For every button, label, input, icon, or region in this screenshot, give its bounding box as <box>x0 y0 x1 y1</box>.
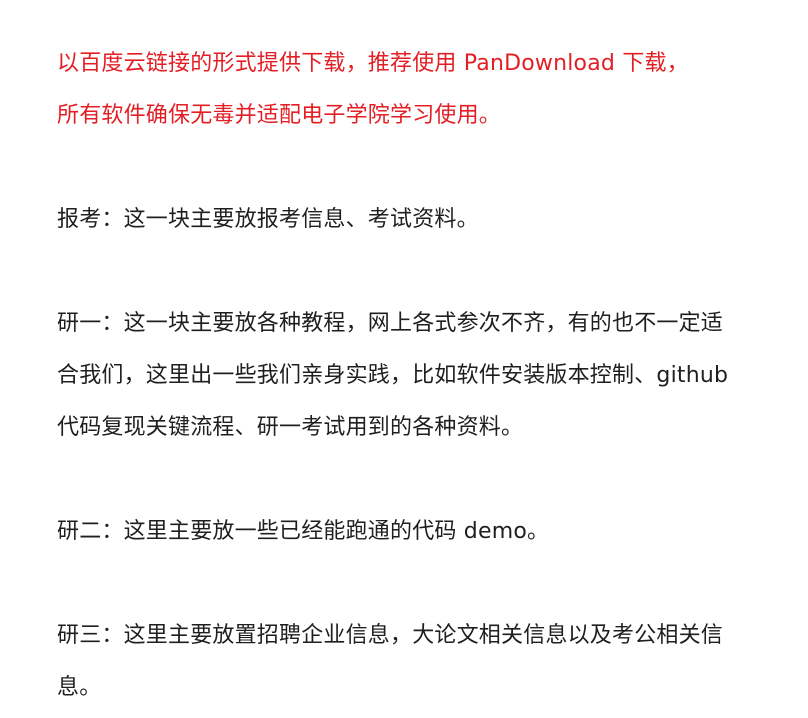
section-yansan: 研三：这里主要放置招聘企业信息，大论文相关信息以及考公相关信 息。 <box>57 610 757 714</box>
section-yanyi: 研一：这一块主要放各种教程，网上各式参次不齐，有的也不一定适 合我们，这里出一些… <box>57 298 757 454</box>
section-line: 合我们，这里出一些我们亲身实践，比如软件安装版本控制、github <box>57 363 729 388</box>
section-line: 研一：这一块主要放各种教程，网上各式参次不齐，有的也不一定适 <box>57 311 724 336</box>
notice-line: 所有软件确保无毒并适配电子学院学习使用。 <box>57 103 502 128</box>
download-notice: 以百度云链接的形式提供下载，推荐使用 PanDownload 下载， 所有软件确… <box>57 38 757 142</box>
section-yaner: 研二：这里主要放一些已经能跑通的代码 demo。 <box>57 506 757 558</box>
section-baokao: 报考：这一块主要放报考信息、考试资料。 <box>57 194 757 246</box>
section-line: 研三：这里主要放置招聘企业信息，大论文相关信息以及考公相关信 <box>57 623 724 648</box>
document-page: 以百度云链接的形式提供下载，推荐使用 PanDownload 下载， 所有软件确… <box>0 0 808 718</box>
notice-line: 以百度云链接的形式提供下载，推荐使用 PanDownload 下载， <box>57 51 689 76</box>
section-line: 代码复现关键流程、研一考试用到的各种资料。 <box>57 415 524 440</box>
section-line: 息。 <box>57 675 102 700</box>
section-line: 报考：这一块主要放报考信息、考试资料。 <box>57 207 479 232</box>
section-line: 研二：这里主要放一些已经能跑通的代码 demo。 <box>57 519 550 544</box>
